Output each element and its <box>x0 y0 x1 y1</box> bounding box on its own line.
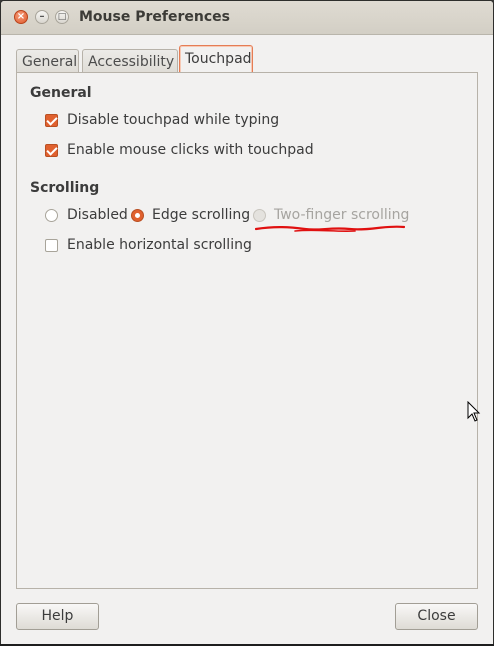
enable-clicks-checkbox[interactable] <box>45 143 58 157</box>
tab-general[interactable]: General <box>16 49 79 73</box>
scrolling-section-title: Scrolling <box>30 180 100 196</box>
tab-accessibility[interactable]: Accessibility <box>82 49 178 73</box>
disable-while-typing-label: Disable touchpad while typing <box>67 112 280 128</box>
scroll-disabled-radio[interactable] <box>45 208 58 222</box>
two-finger-scrolling-label: Two-finger scrolling <box>274 207 410 223</box>
horizontal-scrolling-checkbox[interactable] <box>45 238 58 252</box>
disable-while-typing-checkbox[interactable] <box>45 113 58 127</box>
maximize-window-icon[interactable]: □ <box>55 10 69 24</box>
edge-scrolling-option[interactable]: Edge scrolling <box>131 206 250 224</box>
scroll-disabled-label: Disabled <box>67 207 128 223</box>
help-button[interactable]: Help <box>16 603 99 630</box>
close-window-icon[interactable]: × <box>14 10 28 24</box>
close-button[interactable]: Close <box>395 603 478 630</box>
mouse-preferences-window: × – □ Mouse Preferences General Accessib… <box>0 0 494 646</box>
red-underline-annotation <box>255 225 405 233</box>
two-finger-scrolling-option: Two-finger scrolling <box>253 206 409 224</box>
scroll-disabled-option[interactable]: Disabled <box>45 206 128 224</box>
title-bar: × – □ Mouse Preferences <box>1 1 493 35</box>
edge-scrolling-radio[interactable] <box>131 208 144 222</box>
general-section-title: General <box>30 85 92 101</box>
window-title: Mouse Preferences <box>79 9 230 25</box>
mouse-pointer-icon <box>467 401 481 422</box>
enable-clicks-label: Enable mouse clicks with touchpad <box>67 142 314 158</box>
horizontal-scrolling-label: Enable horizontal scrolling <box>67 237 252 253</box>
horizontal-scrolling-row[interactable]: Enable horizontal scrolling <box>45 236 252 254</box>
two-finger-scrolling-radio <box>253 208 266 222</box>
disable-while-typing-row[interactable]: Disable touchpad while typing <box>45 111 279 129</box>
minimize-window-icon[interactable]: – <box>35 10 49 24</box>
touchpad-panel: General Disable touchpad while typing En… <box>16 72 478 589</box>
enable-clicks-row[interactable]: Enable mouse clicks with touchpad <box>45 141 314 159</box>
edge-scrolling-label: Edge scrolling <box>152 207 251 223</box>
tab-touchpad[interactable]: Touchpad <box>179 45 253 73</box>
